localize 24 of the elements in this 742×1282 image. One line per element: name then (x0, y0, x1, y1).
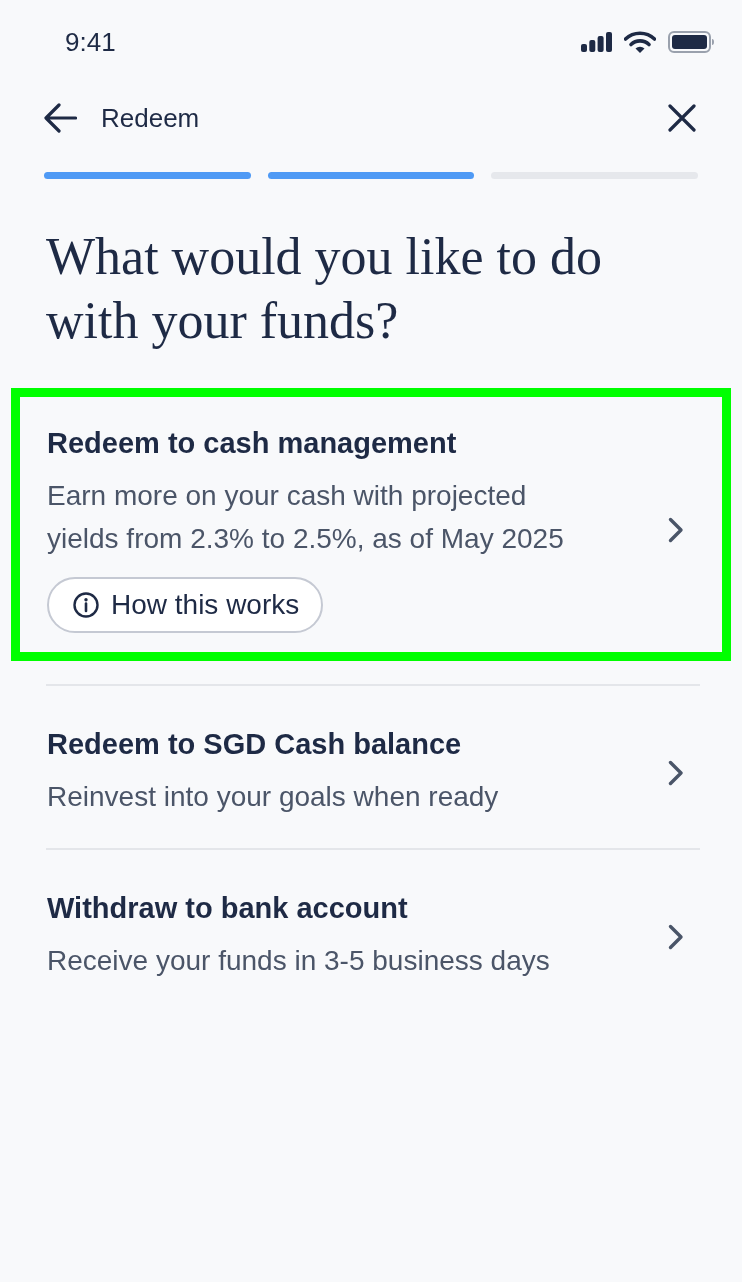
wifi-icon (624, 31, 656, 53)
status-time: 9:41 (65, 27, 116, 57)
option-card[interactable]: Redeem to SGD Cash balance Reinvest into your goals when ready (11, 686, 731, 848)
option-description: Receive your funds in 3-5 business days (47, 944, 551, 978)
back-button[interactable] (44, 103, 77, 133)
page-title: Redeem (101, 102, 200, 134)
option-title: Redeem to cash management (47, 426, 458, 460)
chevron-right-icon (668, 516, 684, 543)
info-icon (73, 592, 99, 618)
back-arrow-icon (44, 103, 77, 133)
option-description: Earn more on your cash with projected yields from 2.3% to 2.5%, as of May 2025 (47, 479, 565, 556)
close-icon (668, 104, 696, 132)
option-title: Withdraw to bank account (47, 891, 409, 925)
option-description: Reinvest into your goals when ready (47, 780, 500, 814)
page-heading: What would you like to do with your funds? (46, 227, 604, 351)
chevron-right-icon (668, 923, 684, 950)
signal-icon (581, 32, 612, 52)
option-title: Redeem to SGD Cash balance (47, 727, 463, 761)
close-button[interactable] (668, 104, 696, 132)
chevron-right-icon (668, 759, 684, 786)
how-this-works-button[interactable]: How this works (47, 577, 324, 633)
option-card[interactable]: Withdraw to bank account Receive your funds in 3-5 business days (11, 850, 731, 1012)
battery-icon (668, 31, 714, 53)
option-card[interactable]: Redeem to cash management Earn more on your cash with projected yields from 2.3% to 2.5%, as of May 2025 How this works (11, 388, 731, 661)
